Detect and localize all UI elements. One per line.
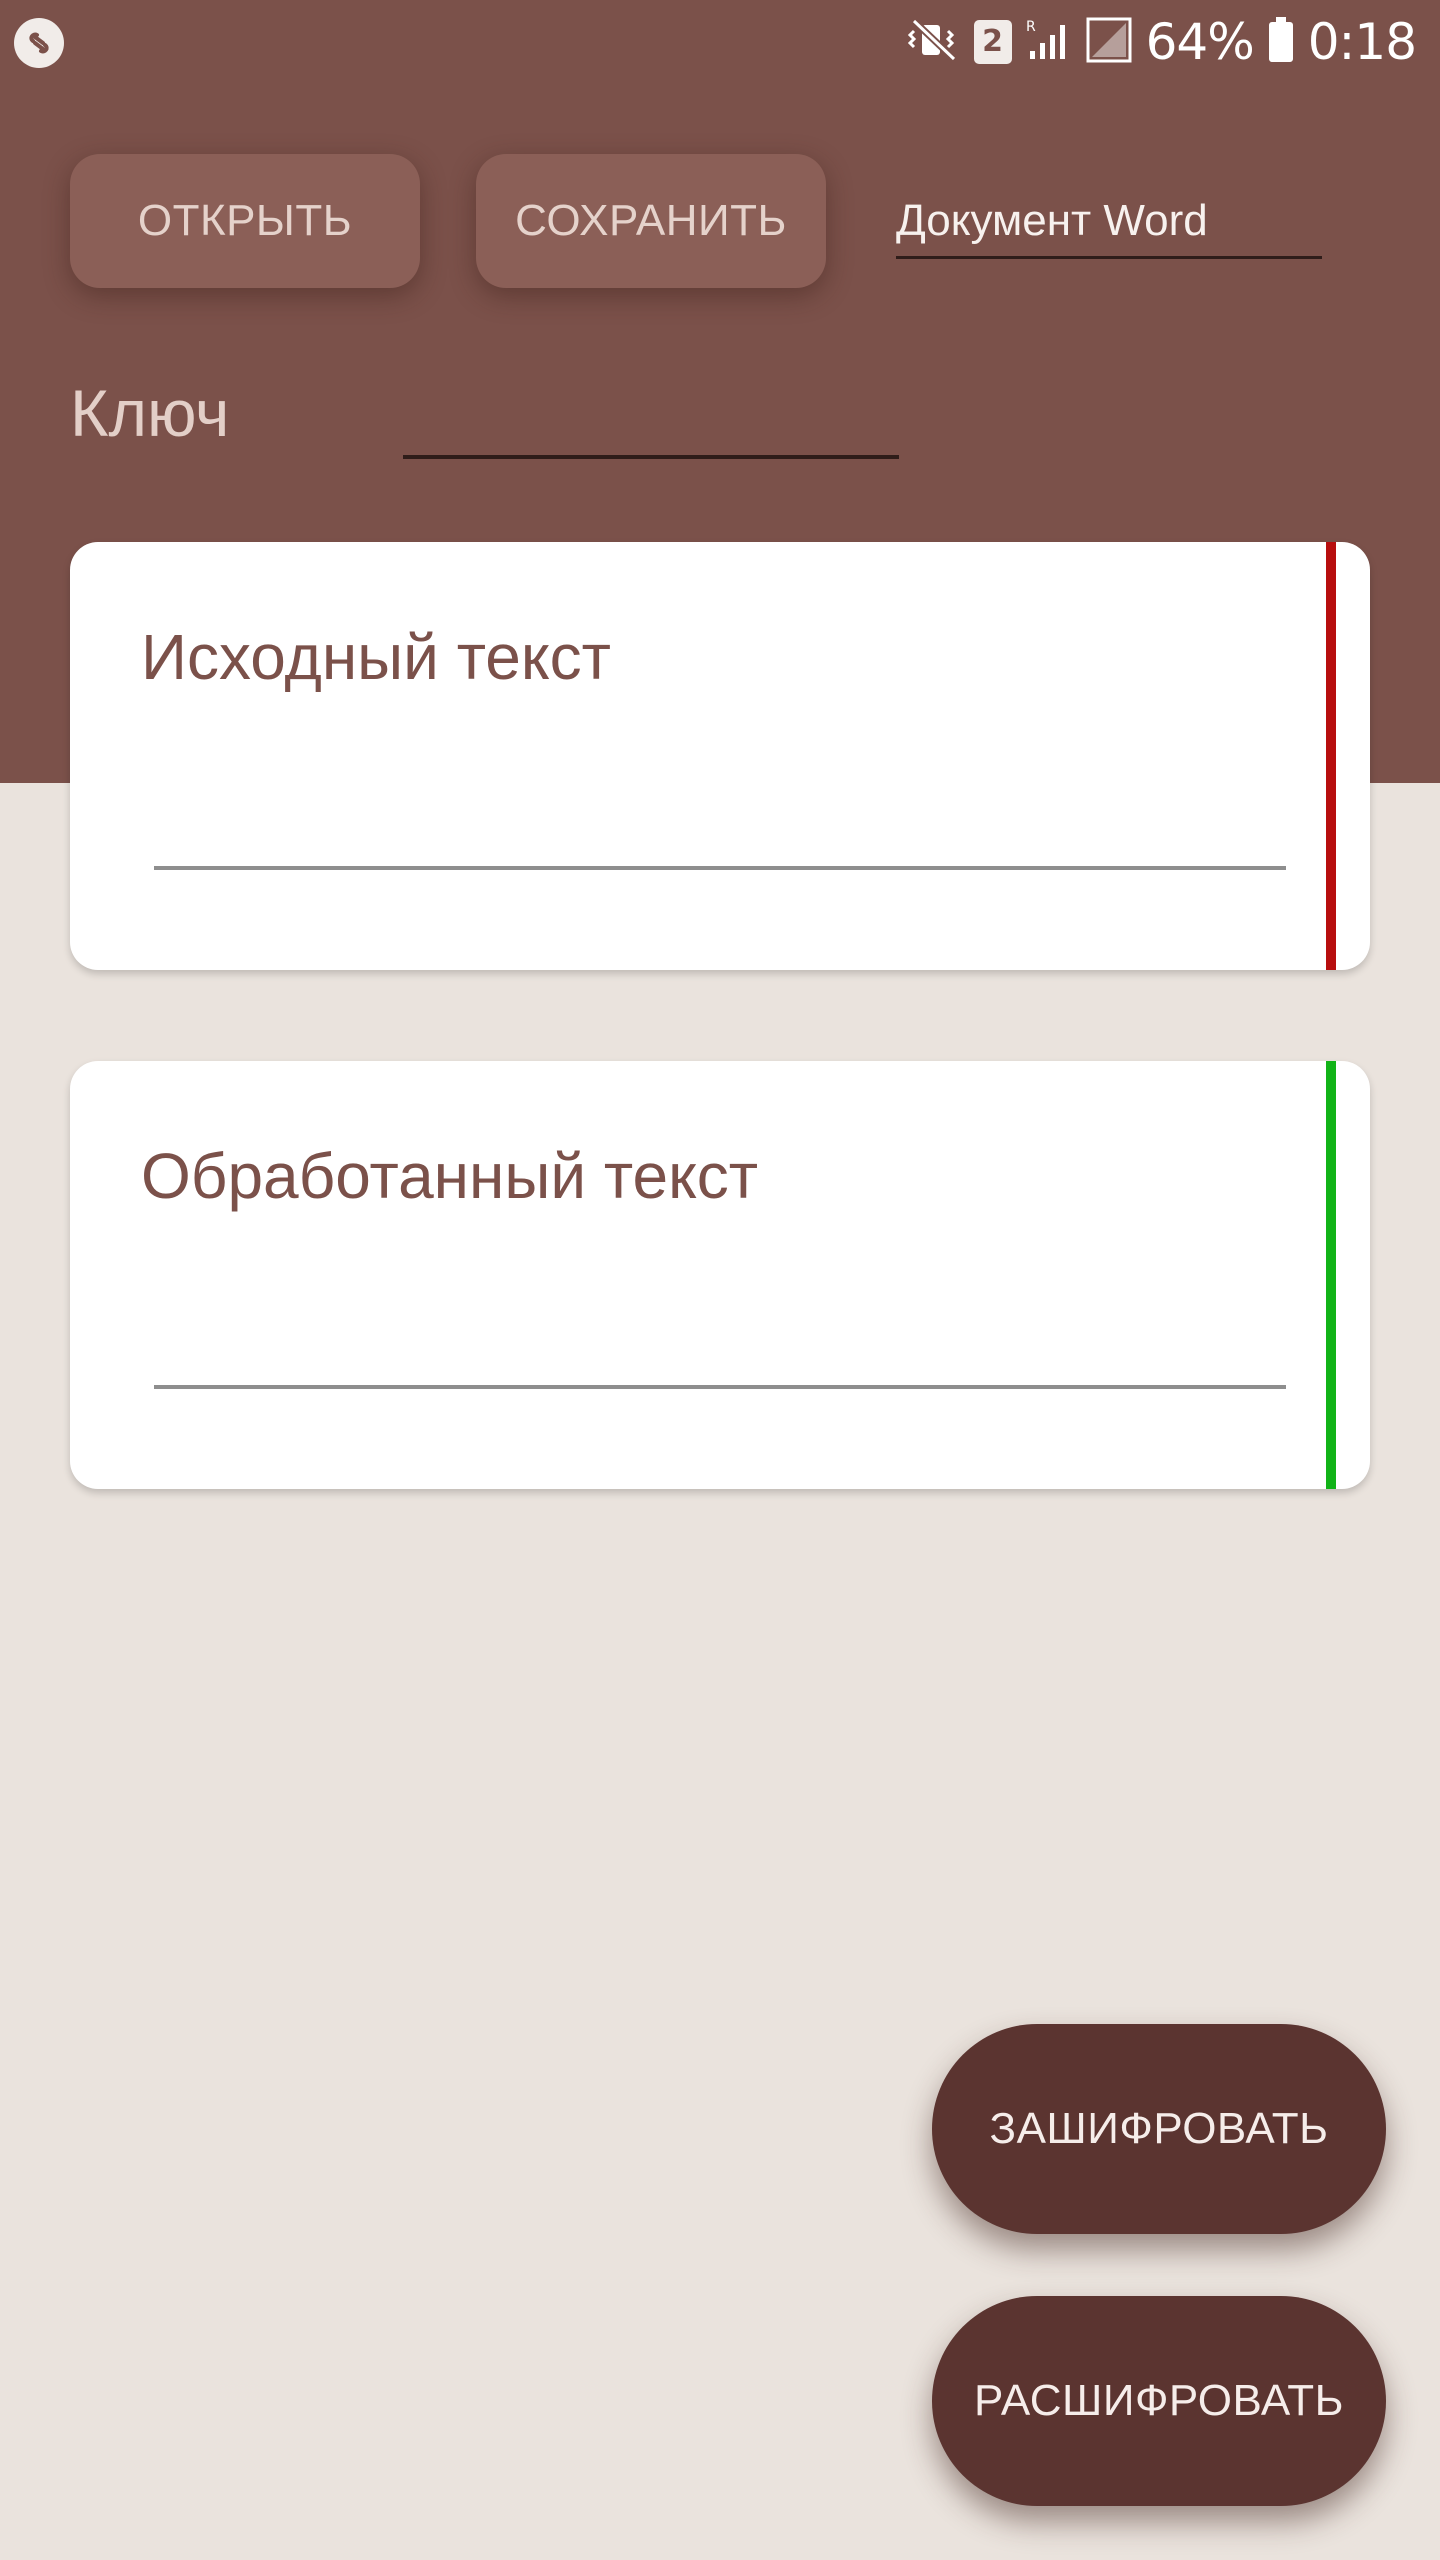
- status-icons: 2 R 64% 0:18: [907, 12, 1417, 72]
- source-accent-stripe: [1326, 542, 1336, 970]
- signal-roaming-icon: R: [1026, 17, 1072, 68]
- source-text-card: Исходный текст: [70, 542, 1370, 970]
- battery-percentage: 64%: [1145, 13, 1255, 71]
- result-text-input[interactable]: [154, 1385, 1286, 1389]
- open-button[interactable]: ОТКРЫТЬ: [70, 154, 420, 288]
- shazam-icon: [14, 18, 64, 68]
- save-button[interactable]: СОХРАНИТЬ: [476, 154, 826, 288]
- battery-icon: [1268, 16, 1294, 68]
- status-bar: 2 R 64% 0:18: [0, 0, 1440, 84]
- signal-icon: [1086, 17, 1132, 68]
- format-dropdown[interactable]: Документ Word: [896, 186, 1322, 259]
- encrypt-button[interactable]: ЗАШИФРОВАТЬ: [932, 2024, 1386, 2234]
- key-input[interactable]: [403, 395, 899, 459]
- svg-text:R: R: [1026, 19, 1036, 35]
- sim-2-icon: 2: [973, 20, 1012, 64]
- result-accent-stripe: [1326, 1061, 1336, 1489]
- result-text-title: Обработанный текст: [141, 1140, 759, 1212]
- source-text-input[interactable]: [154, 866, 1286, 870]
- mute-vibrate-icon: [907, 17, 960, 68]
- status-time: 0:18: [1307, 13, 1417, 71]
- decrypt-button[interactable]: РАСШИФРОВАТЬ: [932, 2296, 1386, 2506]
- result-text-card: Обработанный текст: [70, 1061, 1370, 1489]
- key-label: Ключ: [70, 376, 230, 450]
- source-text-title: Исходный текст: [141, 621, 611, 693]
